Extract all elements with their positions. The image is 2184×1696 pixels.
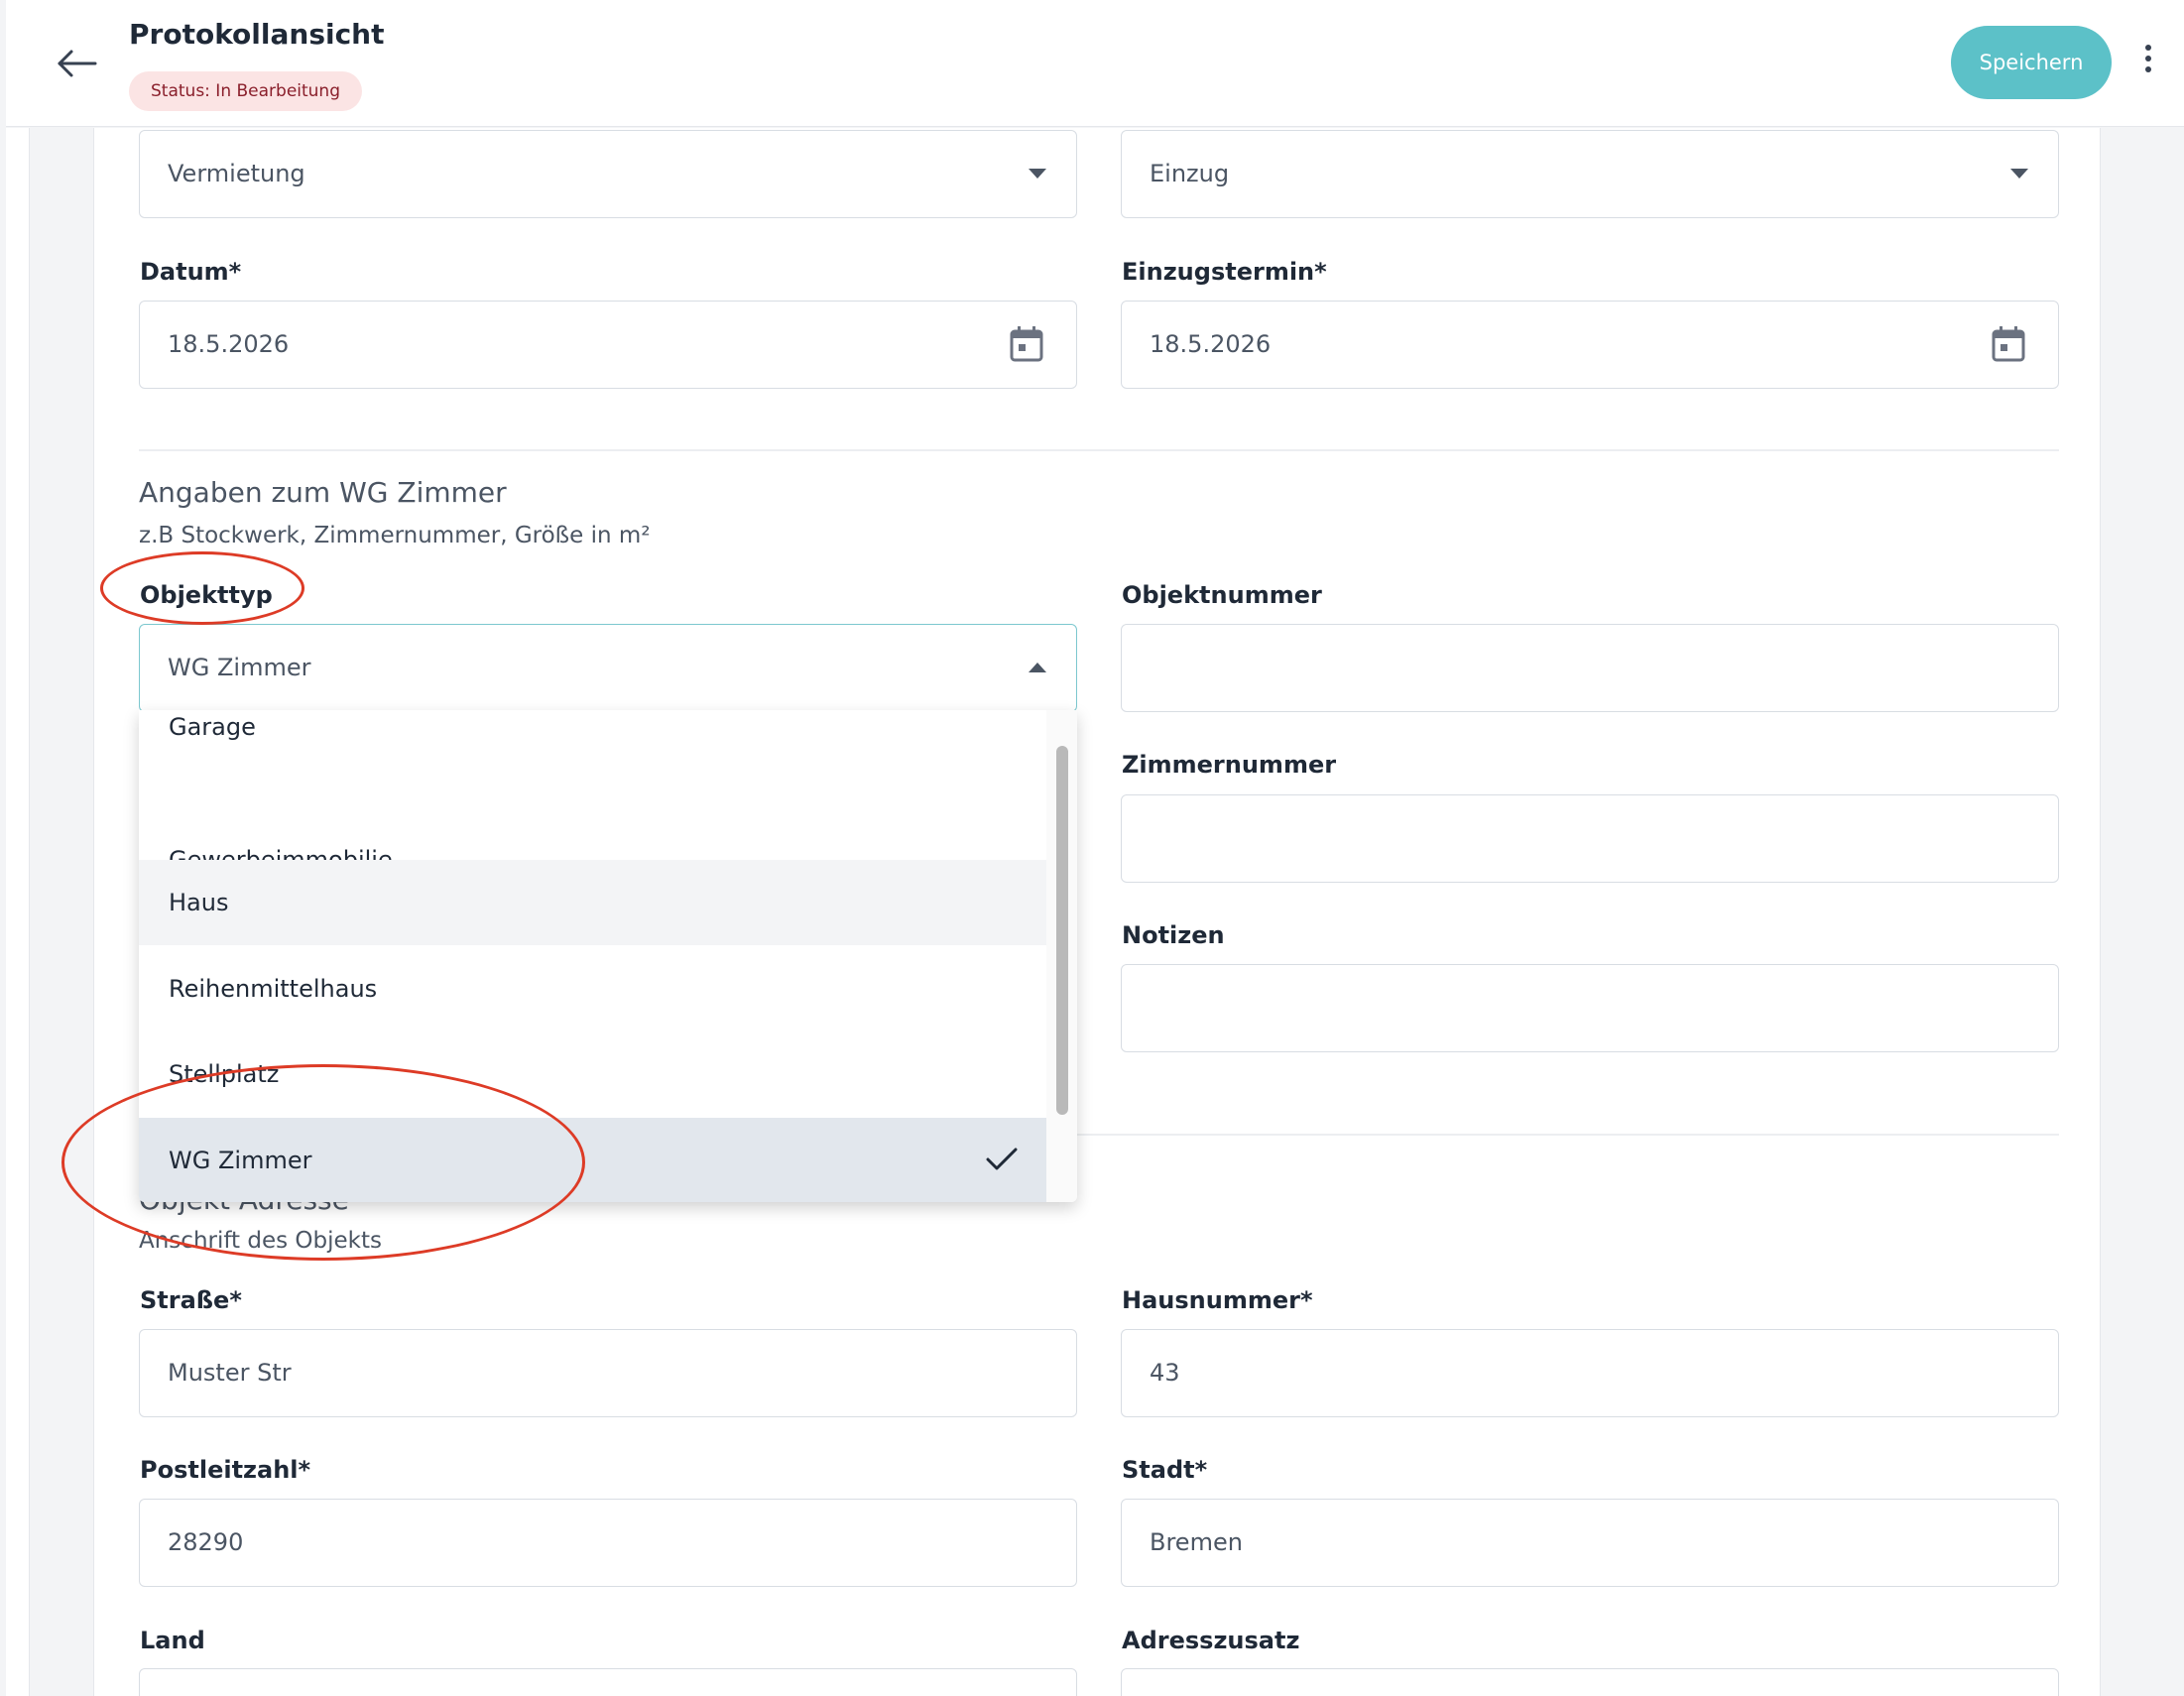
wg-section-subtitle: z.B Stockwerk, Zimmernummer, Größe in m² bbox=[139, 523, 651, 548]
hausnummer-label: Hausnummer* bbox=[1122, 1286, 1313, 1314]
protocol-type-select[interactable]: Vermietung bbox=[139, 130, 1077, 218]
zimmernummer-input[interactable] bbox=[1121, 794, 2059, 883]
option-haus[interactable]: Haus bbox=[139, 860, 1046, 945]
objektnummer-label: Objektnummer bbox=[1122, 581, 1322, 609]
datum-input[interactable]: 18.5.2026 bbox=[139, 301, 1077, 389]
calendar-icon[interactable] bbox=[1991, 325, 2026, 363]
postleitzahl-value: 28290 bbox=[168, 1528, 244, 1556]
postleitzahl-input[interactable]: 28290 bbox=[139, 1499, 1077, 1587]
protocol-type-value: Vermietung bbox=[168, 160, 305, 187]
wg-section-title: Angaben zum WG Zimmer bbox=[139, 476, 507, 509]
postleitzahl-label: Postleitzahl* bbox=[140, 1456, 311, 1484]
section-divider bbox=[139, 449, 2059, 451]
arrow-left-icon[interactable] bbox=[54, 44, 101, 83]
page-title: Protokollansicht bbox=[129, 18, 385, 51]
land-label: Land bbox=[140, 1627, 205, 1654]
objekttyp-dropdown: Garage Gewerbeimmobilie Haus Reihenmitte… bbox=[139, 710, 1077, 1202]
dropdown-scrollbar-thumb[interactable] bbox=[1056, 746, 1068, 1115]
right-gutter bbox=[2101, 128, 2184, 1696]
option-reihenmittelhaus[interactable]: Reihenmittelhaus bbox=[139, 946, 1046, 1031]
einzugstermin-label: Einzugstermin* bbox=[1122, 258, 1327, 286]
einzugstermin-input[interactable]: 18.5.2026 bbox=[1121, 301, 2059, 389]
objekttyp-value: WG Zimmer bbox=[168, 654, 311, 681]
notizen-input[interactable] bbox=[1121, 964, 2059, 1052]
top-bar: Protokollansicht Status: In Bearbeitung … bbox=[6, 0, 2184, 127]
stadt-label: Stadt* bbox=[1122, 1456, 1208, 1484]
status-badge: Status: In Bearbeitung bbox=[129, 71, 363, 111]
notizen-label: Notizen bbox=[1122, 921, 1225, 949]
adresszusatz-label: Adresszusatz bbox=[1122, 1627, 1300, 1654]
caret-down-icon bbox=[1029, 169, 1046, 179]
option-haus-label: Haus bbox=[169, 889, 229, 916]
more-vertical-icon[interactable] bbox=[2138, 40, 2158, 85]
section-divider bbox=[1077, 1134, 2059, 1136]
calendar-icon[interactable] bbox=[1009, 325, 1044, 363]
strasse-value: Muster Str bbox=[168, 1359, 292, 1387]
strasse-input[interactable]: Muster Str bbox=[139, 1329, 1077, 1417]
zimmernummer-label: Zimmernummer bbox=[1122, 751, 1337, 779]
datum-label: Datum* bbox=[140, 258, 242, 286]
option-wg-zimmer[interactable]: WG Zimmer bbox=[139, 1118, 1046, 1202]
protocol-kind-value: Einzug bbox=[1150, 160, 1230, 187]
objekttyp-label: Objekttyp bbox=[140, 581, 273, 609]
address-section-subtitle: Anschrift des Objekts bbox=[139, 1228, 382, 1254]
option-wg-zimmer-label: WG Zimmer bbox=[169, 1147, 312, 1174]
protocol-kind-select[interactable]: Einzug bbox=[1121, 130, 2059, 218]
left-gutter bbox=[6, 128, 30, 1696]
land-input[interactable] bbox=[139, 1668, 1077, 1696]
stadt-value: Bremen bbox=[1150, 1528, 1243, 1556]
option-stellplatz[interactable]: Stellplatz bbox=[139, 1031, 1046, 1117]
option-garage[interactable]: Garage bbox=[139, 710, 1046, 770]
adresszusatz-input[interactable] bbox=[1121, 1668, 2059, 1696]
caret-down-icon bbox=[2010, 169, 2028, 179]
einzugstermin-value: 18.5.2026 bbox=[1150, 330, 1272, 358]
objektnummer-input[interactable] bbox=[1121, 624, 2059, 712]
check-icon bbox=[986, 1148, 1018, 1170]
caret-up-icon bbox=[1029, 663, 1046, 672]
datum-value: 18.5.2026 bbox=[168, 330, 290, 358]
save-button[interactable]: Speichern bbox=[1951, 26, 2112, 99]
objekttyp-select[interactable]: WG Zimmer bbox=[139, 624, 1077, 712]
strasse-label: Straße* bbox=[140, 1286, 242, 1314]
stadt-input[interactable]: Bremen bbox=[1121, 1499, 2059, 1587]
hausnummer-value: 43 bbox=[1150, 1359, 1180, 1387]
hausnummer-input[interactable]: 43 bbox=[1121, 1329, 2059, 1417]
